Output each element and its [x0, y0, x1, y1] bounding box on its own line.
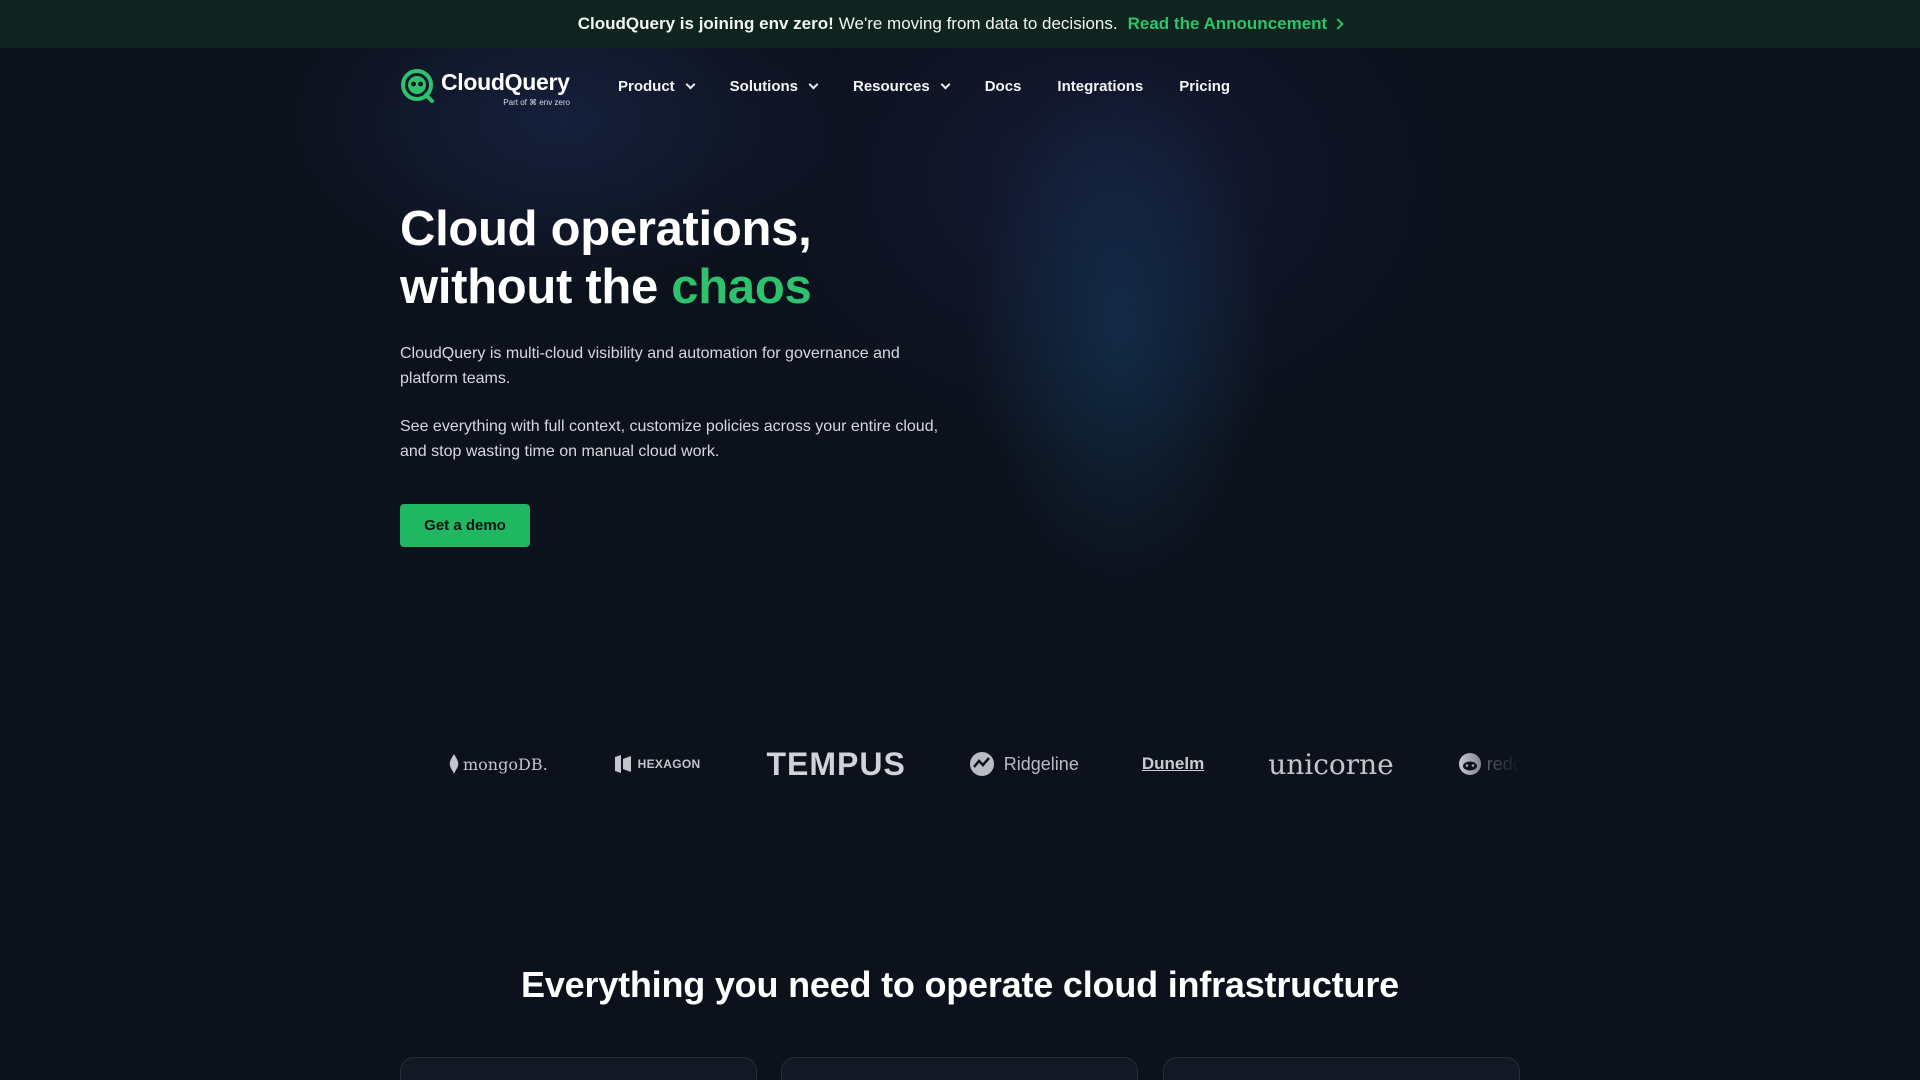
logo-mongodb: mongoDB. [448, 753, 548, 775]
nav-item-integrations[interactable]: Integrations [1057, 78, 1143, 95]
nav-menu: Product Solutions Resources Docs Integra… [618, 78, 1266, 95]
logo[interactable]: CloudQuery Part of ⌘ env zero [400, 62, 572, 110]
logo-ridgeline: Ridgeline [969, 751, 1079, 777]
logo-text: CloudQuery [441, 68, 570, 95]
logos-fade [1460, 744, 1520, 784]
feature-card[interactable] [781, 1057, 1138, 1080]
nav-item-resources[interactable]: Resources [853, 77, 951, 95]
logo-mongodb-text: mongoDB. [463, 754, 548, 774]
hero-section: Cloud operations, without the chaos Clou… [400, 200, 1000, 547]
announcement-text: We're moving from data to decisions. [838, 14, 1118, 33]
logo-hexagon: HEXAGON [612, 753, 701, 775]
cloudquery-logo-icon [401, 69, 434, 103]
hero-title: Cloud operations, without the chaos [400, 200, 1000, 316]
announcement-bar: CloudQuery is joining env zero! We're mo… [0, 0, 1920, 48]
hero-title-line1: Cloud operations, [400, 202, 812, 256]
section-title: Everything you need to operate cloud inf… [521, 964, 1399, 1005]
chevron-down-icon [808, 79, 819, 89]
hexagon-logo-icon [614, 755, 631, 773]
chevron-down-icon [940, 79, 951, 89]
logo-dunelm: Dunelm [1141, 754, 1205, 773]
feature-card[interactable] [400, 1057, 757, 1080]
customer-logos: mongoDB. HEXAGON TEMPUS Ridgeline Dunelm… [400, 744, 1520, 784]
announcement-headline: CloudQuery is joining env zero! [577, 14, 834, 33]
nav-item-label: Integrations [1057, 77, 1144, 95]
announcement-link-label: Read the Announcement [1127, 14, 1328, 33]
hero-title-line2: without the [400, 260, 672, 314]
mongodb-leaf-icon [449, 754, 459, 774]
nav-item-label: Pricing [1179, 77, 1231, 95]
logo-unicorne: unicorne [1268, 747, 1394, 781]
hero-paragraph-2: See everything with full context, custom… [400, 418, 939, 460]
nav-item-docs[interactable]: Docs [985, 78, 1022, 95]
nav-item-product[interactable]: Product [618, 77, 696, 95]
hero-title-accent: chaos [671, 260, 812, 314]
page: CloudQuery is joining env zero! We're mo… [0, 0, 1920, 1080]
logo-ridgeline-text: Ridgeline [1003, 753, 1079, 774]
nav-item-label: Solutions [729, 77, 798, 95]
announcement-link[interactable]: Read the Announcement [1127, 14, 1344, 34]
chevron-right-icon [1332, 18, 1344, 30]
chevron-down-icon [685, 79, 696, 89]
feature-cards [400, 1057, 1520, 1080]
get-demo-button[interactable]: Get a demo [400, 504, 530, 547]
hero-paragraph-1: CloudQuery is multi-cloud visibility and… [400, 345, 900, 387]
main-nav: CloudQuery Part of ⌘ env zero Product So… [400, 62, 1266, 110]
nav-item-label: Resources [853, 77, 930, 95]
ridgeline-logo-icon [969, 752, 994, 776]
nav-item-solutions[interactable]: Solutions [729, 77, 819, 95]
nav-item-pricing[interactable]: Pricing [1179, 78, 1230, 95]
logo-subtitle: Part of ⌘ env zero [503, 98, 570, 107]
nav-item-label: Docs [984, 77, 1022, 95]
nav-item-label: Product [618, 77, 675, 95]
feature-card[interactable] [1163, 1057, 1520, 1080]
logo-hexagon-text: HEXAGON [637, 757, 701, 771]
logo-tempus: TEMPUS [766, 745, 906, 782]
